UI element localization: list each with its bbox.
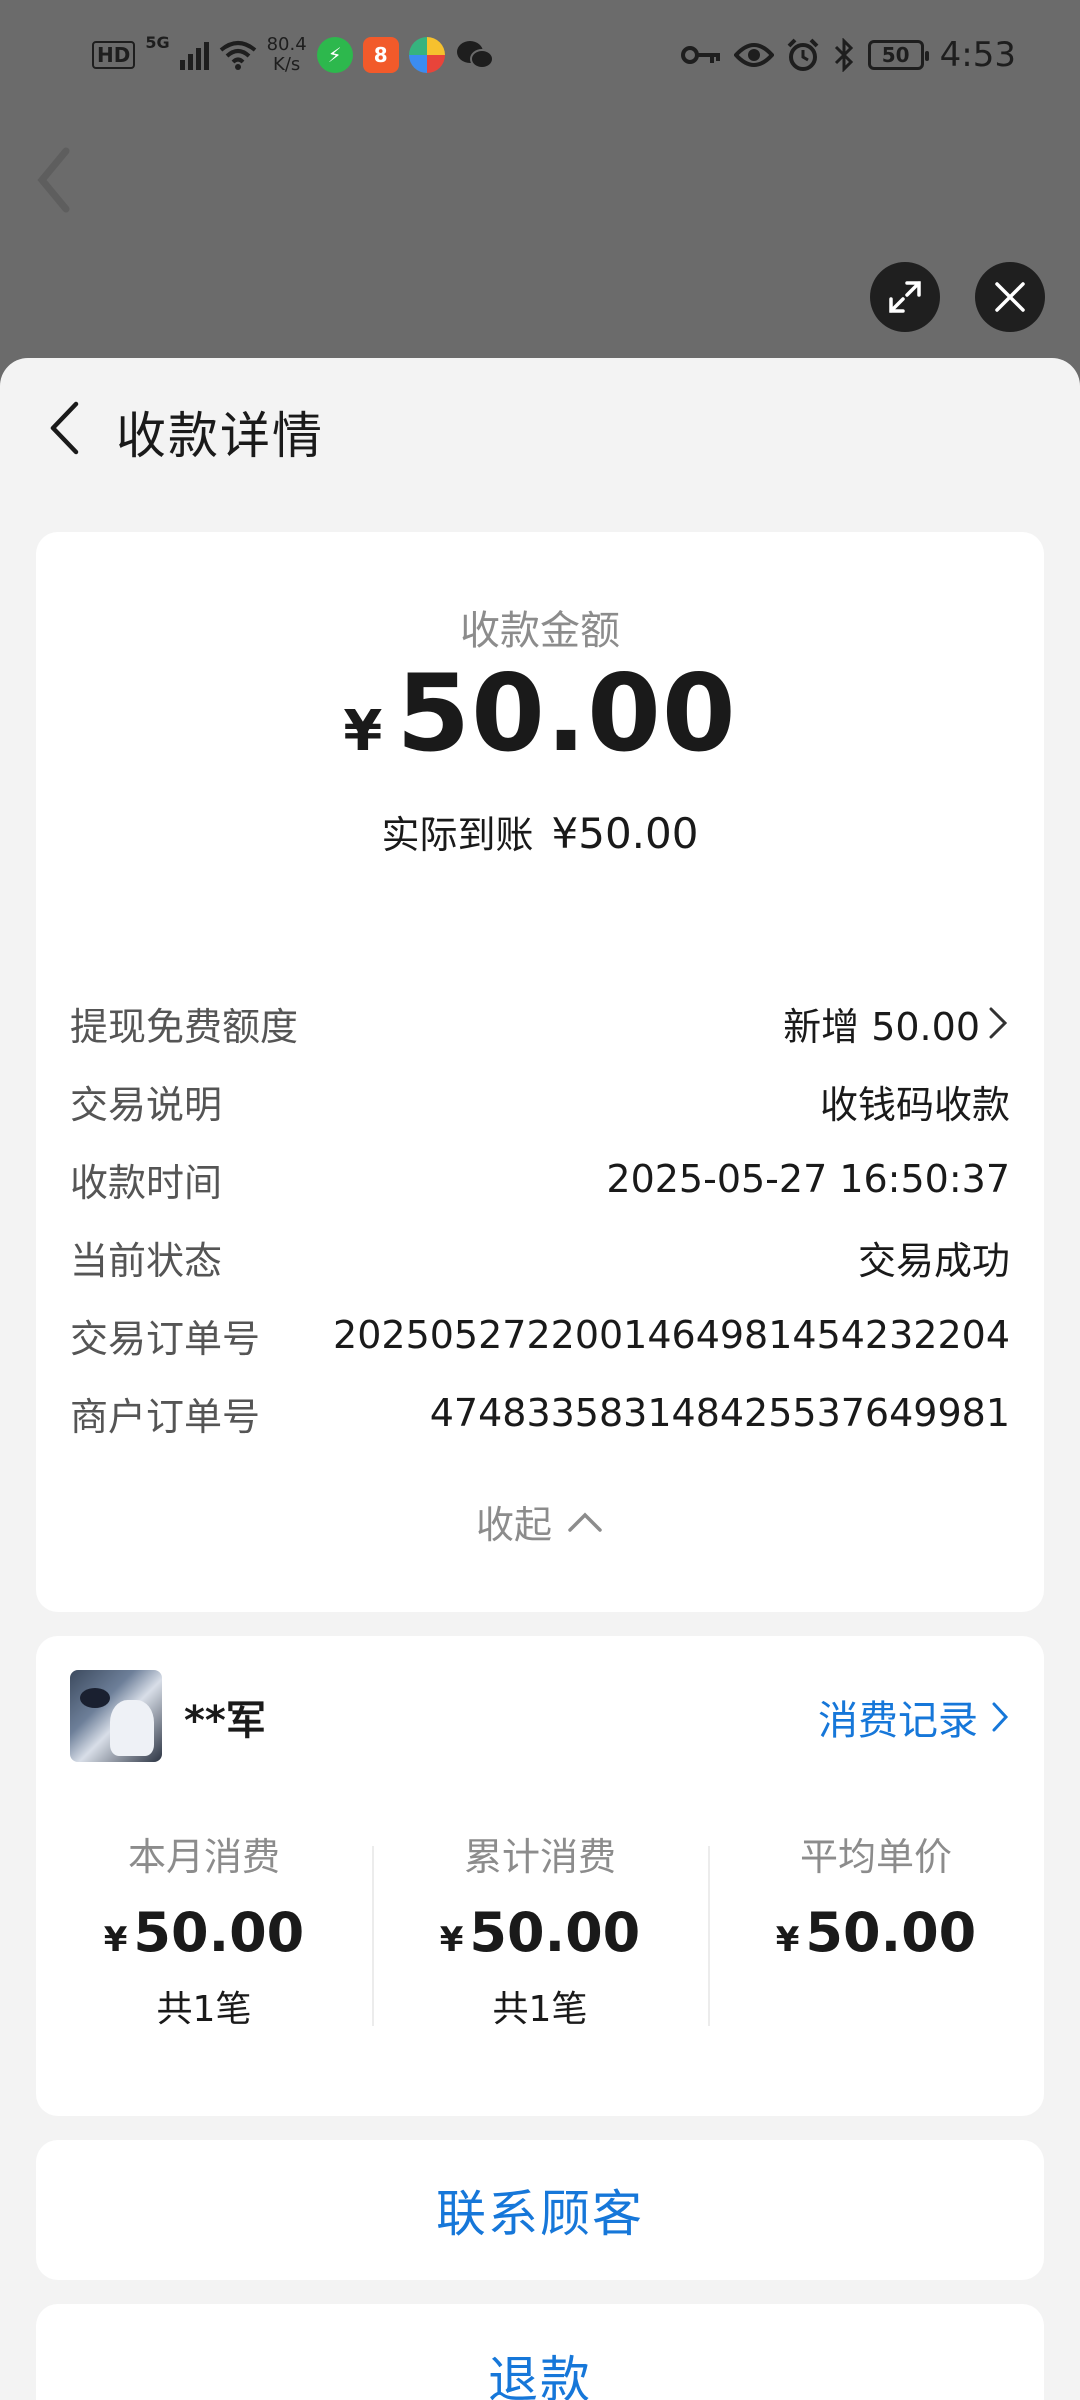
stat-currency: ¥: [775, 1920, 800, 1960]
bluetooth-icon: [834, 38, 853, 72]
payment-summary-card: 收款金额 ¥ 50.00 实际到账 ¥50.00 提现免费额度 新增 50.00…: [36, 532, 1044, 1612]
back-button[interactable]: [36, 400, 92, 456]
free-quota-value: 新增 50.00: [783, 1004, 980, 1049]
stat-currency: ¥: [103, 1920, 128, 1960]
expand-button[interactable]: [870, 262, 940, 332]
chevron-right-icon: [989, 1007, 1008, 1039]
app-icon-orange: 8: [362, 37, 399, 73]
close-button[interactable]: [975, 262, 1045, 332]
detail-value: 新增 50.00: [783, 996, 1010, 1051]
detail-label: 商户订单号: [70, 1394, 261, 1439]
actual-received-value: ¥50.00: [551, 809, 699, 858]
customer-name: **军: [184, 1698, 266, 1744]
stat-average: 平均单价 ¥ 50.00: [708, 1826, 1044, 2032]
detail-value: 474833583148425537649981: [429, 1391, 1010, 1435]
chevron-up-icon: [568, 1512, 602, 1532]
stat-total: 累计消费 ¥ 50.00 共1笔: [372, 1826, 708, 2032]
stat-month: 本月消费 ¥ 50.00 共1笔: [36, 1826, 372, 2032]
stat-count: 共1笔: [492, 1989, 588, 2030]
stat-value: 50.00: [133, 1901, 305, 1964]
stat-currency: ¥: [439, 1920, 464, 1960]
actual-received: 实际到账 ¥50.00: [36, 804, 1044, 859]
stat-count: 共1笔: [156, 1989, 252, 2030]
amount: ¥ 50.00: [36, 652, 1044, 775]
purchase-history-label: 消费记录: [818, 1698, 978, 1744]
detail-value: 交易成功: [857, 1238, 1010, 1283]
customer-card: **军 消费记录 本月消费 ¥ 50.00 共1笔 累计消费 ¥ 50.00 共…: [36, 1636, 1044, 2116]
detail-value: 收钱码收款: [819, 1082, 1010, 1127]
speed-unit: K/s: [273, 54, 301, 75]
network-type: 5G: [145, 33, 170, 52]
stat-value: 50.00: [469, 1901, 641, 1964]
clock: 4:53: [939, 35, 1016, 75]
detail-label: 提现免费额度: [70, 1004, 299, 1049]
status-right: 50 4:53: [680, 30, 1016, 80]
detail-row-trade-no: 交易订单号 2025052722001464981454232204: [70, 1296, 1010, 1374]
eye-icon: [733, 43, 774, 67]
detail-label: 交易说明: [70, 1082, 223, 1127]
collapse-button[interactable]: 收起: [36, 1494, 1044, 1549]
avatar: [70, 1670, 162, 1762]
back-icon: [50, 401, 79, 455]
detail-row-description: 交易说明 收钱码收款: [70, 1062, 1010, 1140]
background-back-icon[interactable]: [34, 145, 74, 215]
stat-amount: ¥ 50.00: [708, 1901, 1044, 1964]
speed-value: 80.4: [266, 34, 307, 55]
wifi-icon: [219, 41, 256, 70]
detail-row-merchant-order-no: 商户订单号 474833583148425537649981: [70, 1374, 1010, 1452]
refund-button[interactable]: 退款: [36, 2304, 1044, 2400]
close-icon: [995, 282, 1025, 312]
detail-row-time: 收款时间 2025-05-27 16:50:37: [70, 1140, 1010, 1218]
expand-icon: [889, 281, 921, 313]
amount-label: 收款金额: [460, 608, 620, 654]
purchase-history-link[interactable]: 消费记录: [818, 1688, 1010, 1746]
battery-icon: 50: [867, 40, 929, 70]
stat-label: 累计消费: [463, 1835, 616, 1879]
detail-label: 当前状态: [70, 1238, 223, 1283]
customer-stats: 本月消费 ¥ 50.00 共1笔 累计消费 ¥ 50.00 共1笔 平均单价 ¥: [36, 1826, 1044, 2032]
collapse-label: 收起: [475, 1503, 552, 1547]
detail-value: 2025052722001464981454232204: [333, 1313, 1010, 1357]
hd-badge: HD: [92, 41, 136, 69]
detail-label: 收款时间: [70, 1160, 223, 1205]
detail-row-free-quota[interactable]: 提现免费额度 新增 50.00: [70, 984, 1010, 1062]
sheet-header: 收款详情: [0, 358, 1080, 498]
detail-row-status: 当前状态 交易成功: [70, 1218, 1010, 1296]
charge-app-icon: ⚡: [316, 37, 353, 73]
status-left: HD 5G 80.4 K/s ⚡ 8: [92, 30, 495, 80]
stat-label: 平均单价: [799, 1835, 952, 1879]
app-icon-colorful: [408, 37, 445, 73]
signal-icon: [179, 40, 209, 70]
page-title: 收款详情: [116, 407, 324, 465]
stat-label: 本月消费: [127, 1835, 280, 1879]
detail-value: 2025-05-27 16:50:37: [606, 1157, 1010, 1201]
wechat-icon: [456, 41, 494, 69]
contact-customer-button[interactable]: 联系顾客: [36, 2140, 1044, 2280]
chevron-right-icon: [992, 1702, 1009, 1732]
detail-list: 提现免费额度 新增 50.00 交易说明 收钱码收款 收款时间 2025-05-…: [70, 984, 1010, 1452]
network-speed: 80.4 K/s: [267, 35, 307, 75]
amount-currency: ¥: [343, 699, 383, 764]
key-icon: [680, 46, 720, 64]
stat-amount: ¥ 50.00: [36, 1901, 372, 1964]
payment-detail-sheet: 收款详情 收款金额 ¥ 50.00 实际到账 ¥50.00 提现免费额度 新增 …: [0, 358, 1080, 2400]
actual-received-label: 实际到账: [381, 813, 534, 857]
stat-amount: ¥ 50.00: [372, 1901, 708, 1964]
detail-label: 交易订单号: [70, 1316, 261, 1361]
alarm-icon: [787, 38, 819, 71]
amount-value: 50.00: [396, 652, 737, 775]
stat-value: 50.00: [805, 1901, 977, 1964]
status-bar: HD 5G 80.4 K/s ⚡ 8 50 4:53: [0, 0, 1080, 110]
